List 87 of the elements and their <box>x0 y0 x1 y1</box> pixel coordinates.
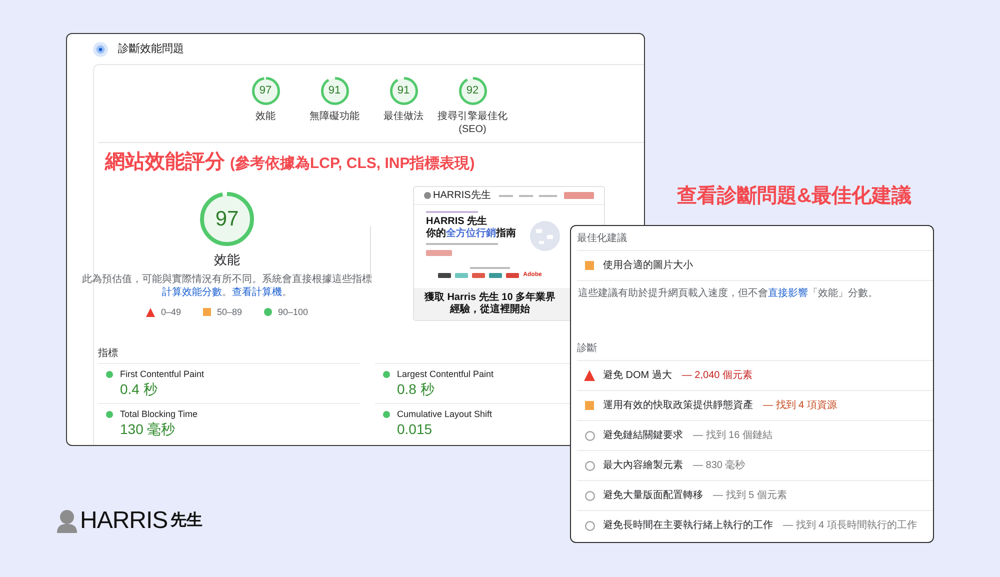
score-value: 97 <box>259 86 272 96</box>
text-placeholder-line <box>498 194 513 196</box>
text-placeholder-line <box>538 194 557 196</box>
avatar-icon <box>424 192 431 199</box>
metric-label: Total Blocking Time <box>120 408 198 420</box>
score-ring <box>200 192 254 246</box>
legend-range: 0–49 <box>160 306 181 318</box>
metric-value: 0.4 秒 <box>120 380 158 398</box>
square-icon <box>202 308 211 316</box>
triangle-icon <box>146 308 155 316</box>
text-placeholder-line <box>426 211 478 213</box>
site-tagline: 你的全方位行銷指南 <box>426 228 516 240</box>
text-placeholder-line <box>518 194 533 196</box>
avatar-icon <box>56 509 78 533</box>
metric-value: 0.8 秒 <box>397 380 434 398</box>
score-label: 最佳做法 <box>384 111 424 122</box>
metric-label: First Contentful Paint <box>120 368 204 380</box>
score-ring <box>252 77 280 105</box>
score-value: 91 <box>328 86 341 96</box>
section-label: 指標 <box>98 346 118 360</box>
logo-wordmark: HARRIS <box>80 509 168 533</box>
text-placeholder-line <box>426 243 498 245</box>
halo-dot-icon <box>93 42 108 56</box>
dot-icon <box>383 410 390 418</box>
brand-logo-icon <box>472 272 486 278</box>
section-label: 診斷 <box>577 342 597 354</box>
audit-title: 最大內容繪製元素 <box>603 459 683 472</box>
dot-icon <box>106 370 113 378</box>
dot-icon <box>383 370 390 378</box>
logo-suffix: 先生 <box>170 513 203 529</box>
legend-range: 50–89 <box>216 306 242 318</box>
metric-value: 130 毫秒 <box>120 420 176 438</box>
audit-detail: — 2,040 個元素 <box>682 369 752 382</box>
score-value: 97 <box>215 208 239 230</box>
audit-title: 避免鏈結關鍵要求 <box>603 429 683 442</box>
audit-title: 避免長時間在主要執行緒上執行的工作 <box>603 519 773 532</box>
score-ring <box>458 77 486 105</box>
site-headline: HARRIS 先生 <box>426 216 488 227</box>
score-label: 效能 <box>256 111 276 122</box>
score-ring <box>390 77 418 105</box>
audit-detail: — 找到 16 個鏈結 <box>693 429 772 442</box>
audit-note: 這些建議有助於提升網頁載入速度，但不會直接影響「效能」分數。 <box>578 287 878 300</box>
audit-title: 運用有效的快取政策提供靜態資產 <box>603 399 753 412</box>
dot-icon <box>106 410 113 418</box>
score-label: 搜尋引擎最佳化 (SEO) <box>438 111 508 135</box>
cta-bar-drawing <box>564 192 594 199</box>
score-value: 91 <box>397 86 410 96</box>
metric-value: 0.015 <box>397 420 432 438</box>
dot-icon <box>264 308 272 316</box>
text-placeholder-line <box>470 267 510 269</box>
audit-detail: — 830 毫秒 <box>693 459 746 472</box>
calculator-link[interactable]: 查看計算機 <box>232 287 282 298</box>
square-icon <box>585 401 594 410</box>
circle-icon <box>584 520 594 530</box>
site-logo: HARRIS先生 <box>433 190 491 200</box>
audit-detail: — 找到 4 項資源 <box>763 399 837 412</box>
legend-range: 90–100 <box>278 306 308 318</box>
audit-title: 使用合適的圖片大小 <box>603 259 693 272</box>
audit-detail: — 找到 4 項長時間執行的工作 <box>783 519 917 532</box>
impact-link[interactable]: 直接影響 <box>768 288 808 299</box>
audit-detail: — 找到 5 個元素 <box>713 489 787 502</box>
heading-note: (參考依據為LCP, CLS, INP指標表現) <box>230 154 475 174</box>
circle-icon <box>584 490 594 500</box>
score-label: 效能 <box>214 252 240 268</box>
calculator-link[interactable]: 計算效能分數 <box>162 287 222 298</box>
metric-label: Cumulative Layout Shift <box>397 408 492 420</box>
brand-logo-icon <box>455 272 468 278</box>
audit-title: 避免大量版面配置轉移 <box>603 489 703 502</box>
triangle-icon <box>584 370 595 381</box>
globe-drawing <box>530 221 560 251</box>
brand-logo-icon <box>438 272 452 278</box>
callout-heading: 查看診斷問題&最佳化建議 <box>677 184 912 209</box>
brand-logo-icon <box>506 272 520 278</box>
score-label: 無障礙功能 <box>310 111 360 122</box>
circle-icon <box>584 460 594 470</box>
brand-logo-icon <box>489 272 502 278</box>
metric-label: Largest Contentful Paint <box>397 368 494 380</box>
audit-title: 避免 DOM 過大 <box>603 369 672 382</box>
cta-bar-drawing <box>426 250 452 256</box>
circle-icon <box>584 430 594 440</box>
square-icon <box>585 261 594 270</box>
banner-text: 獲取 Harris 先生 10 多年業界經驗，從這裡開始 <box>424 292 556 316</box>
panel-title: 診斷效能問題 <box>118 42 184 57</box>
section-heading: 網站效能評分 <box>105 150 225 174</box>
score-ring <box>320 77 348 105</box>
score-value: 92 <box>466 86 479 96</box>
section-label: 最佳化建議 <box>577 232 627 244</box>
